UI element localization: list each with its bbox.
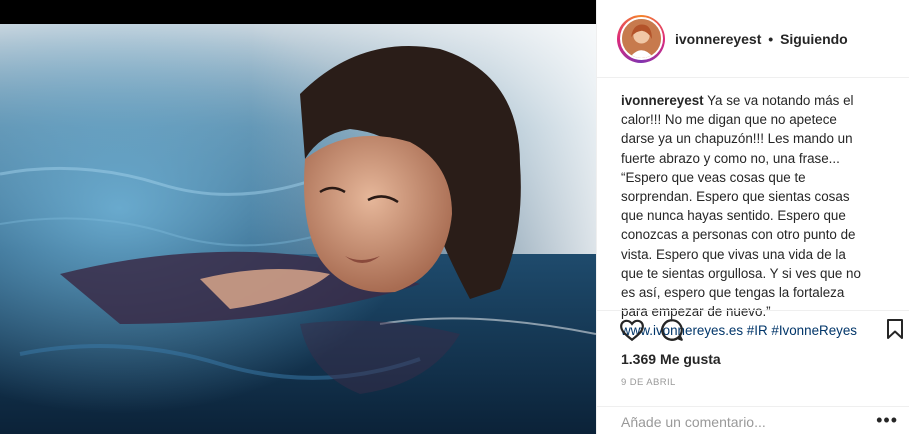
comment-row: •••: [597, 406, 909, 434]
avatar-ring[interactable]: [617, 14, 665, 63]
follow-status-button[interactable]: Siguiendo: [780, 31, 848, 47]
post-date[interactable]: 9 DE ABRIL: [621, 377, 676, 388]
header-separator: •: [768, 30, 774, 47]
avatar[interactable]: [619, 17, 663, 60]
likes-summary[interactable]: 1.369 Me gusta: [621, 351, 721, 367]
post-actions: 1.369 Me gusta 9 DE ABRIL: [597, 310, 909, 406]
bookmark-icon[interactable]: [885, 318, 905, 345]
post-header: ivonnereyest • Siguiendo: [597, 0, 909, 78]
header-text: ivonnereyest • Siguiendo: [675, 31, 848, 47]
likes-count: 1.369: [621, 351, 657, 367]
post-side-panel: ivonnereyest • Siguiendo ivonnereyest Ya…: [596, 0, 909, 434]
more-options-icon[interactable]: •••: [876, 410, 898, 431]
comment-icon[interactable]: [659, 317, 685, 348]
caption-text: Ya se va notando más el calor!!! No me d…: [621, 93, 861, 320]
comment-input[interactable]: [621, 414, 861, 430]
caption-username[interactable]: ivonnereyest: [621, 93, 704, 108]
post-media: [0, 0, 596, 434]
header-username[interactable]: ivonnereyest: [675, 31, 761, 47]
post-caption: ivonnereyest Ya se va notando más el cal…: [621, 91, 871, 341]
media-top-bar: [0, 0, 596, 24]
heart-icon[interactable]: [619, 317, 645, 348]
likes-label: Me gusta: [660, 351, 721, 367]
post-photo[interactable]: [0, 24, 596, 434]
